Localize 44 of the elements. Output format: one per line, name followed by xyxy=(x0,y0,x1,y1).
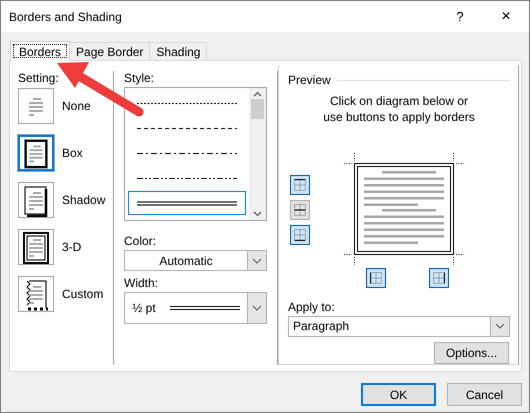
setting-button[interactable] xyxy=(18,276,54,312)
setting-option-label[interactable]: None xyxy=(62,99,91,113)
width-label: Width: xyxy=(124,276,160,290)
close-button[interactable]: × xyxy=(483,8,529,26)
style-list[interactable] xyxy=(124,87,267,221)
border-toggle-button[interactable] xyxy=(429,268,449,288)
options-button[interactable]: Options... xyxy=(434,342,509,364)
scroll-thumb[interactable] xyxy=(251,99,264,119)
scroll-up-icon[interactable] xyxy=(253,91,262,97)
setting-option-label[interactable]: 3-D xyxy=(62,240,82,254)
setting-button[interactable] xyxy=(18,229,54,265)
width-dropdown[interactable]: ½ pt xyxy=(124,292,267,324)
style-label: Style: xyxy=(124,71,156,85)
setting-button[interactable] xyxy=(18,182,54,218)
setting-label: Setting: xyxy=(18,71,60,85)
caret-icon[interactable] xyxy=(495,323,505,330)
window-title: Borders and Shading xyxy=(9,10,123,24)
setting-option-label[interactable]: Custom xyxy=(62,287,104,301)
setting-option-label[interactable]: Shadow xyxy=(62,193,106,207)
scrollbar[interactable] xyxy=(249,88,266,220)
cancel-button[interactable]: Cancel xyxy=(447,383,522,406)
border-toggle-button[interactable] xyxy=(290,225,310,245)
apply-to-label: Apply to: xyxy=(288,300,336,314)
color-dropdown[interactable]: Automatic xyxy=(124,250,267,271)
scroll-down-icon[interactable] xyxy=(253,211,262,217)
tab[interactable]: Borders xyxy=(10,41,70,61)
preview-instructions: Click on diagram below or use buttons to apply borders xyxy=(322,93,476,125)
line-width-sample xyxy=(170,305,240,311)
ok-button[interactable]: OK xyxy=(361,383,436,406)
border-toggle-button[interactable] xyxy=(290,200,310,220)
border-toggle-button[interactable] xyxy=(366,268,386,288)
style-option[interactable] xyxy=(128,191,246,215)
preview-label: Preview xyxy=(288,73,331,87)
setting-option-label[interactable]: Box xyxy=(62,146,83,160)
apply-to-dropdown[interactable]: Paragraph xyxy=(288,316,510,337)
border-toggle-button[interactable] xyxy=(290,175,310,195)
tab[interactable]: Shading xyxy=(149,42,208,60)
caret-icon[interactable] xyxy=(252,258,262,264)
caret-icon[interactable] xyxy=(252,305,262,311)
page-preview-drawing[interactable] xyxy=(344,153,464,265)
color-label: Color: xyxy=(124,234,158,248)
tab[interactable]: Page Border xyxy=(69,42,150,60)
setting-button[interactable] xyxy=(18,135,54,171)
help-button[interactable]: ? xyxy=(437,9,483,24)
